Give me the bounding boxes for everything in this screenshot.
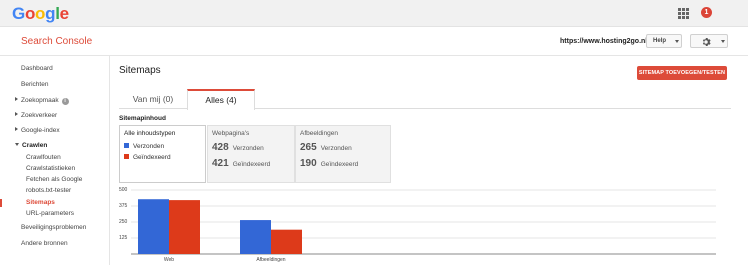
sidebar-item-label: Zoekverkeer <box>21 112 58 119</box>
legend-swatch <box>124 142 129 148</box>
sidebar-item-label: Zoekopmaak <box>21 97 59 104</box>
y-tick-label: 250 <box>119 219 128 225</box>
logo-letter: G <box>12 4 25 23</box>
y-tick-label: 125 <box>119 235 128 241</box>
site-selector[interactable]: https://www.hosting2go.nl/ <box>560 38 649 45</box>
x-tick-label: Web <box>163 257 175 263</box>
stat-indexed: 190 Geïndexeerd <box>300 158 358 169</box>
stat-indexed: 421 Geïndexeerd <box>212 158 270 169</box>
active-indicator <box>0 199 2 207</box>
page-title: Sitemaps <box>119 65 161 76</box>
stat-value: 421 <box>212 158 229 169</box>
notification-badge[interactable]: 1 <box>701 7 712 18</box>
help-label: Help <box>653 38 667 44</box>
logo-letter: o <box>35 4 46 23</box>
sidebar-item-label: Crawlen <box>22 142 48 149</box>
top-bar: Google 1 <box>0 0 748 27</box>
content-type-filter[interactable]: Alle inhoudstypen Verzonden Geïndexeerd <box>119 125 206 183</box>
legend-swatch <box>124 153 129 159</box>
info-icon[interactable]: i <box>61 98 69 105</box>
google-logo[interactable]: Google <box>12 4 69 24</box>
sidebar-item-crawlstatistieken[interactable]: Crawlstatistieken <box>26 165 75 172</box>
tab-van-mij[interactable]: Van mij (0) <box>119 89 187 109</box>
bar-0-0[interactable] <box>138 199 169 254</box>
sidebar-item-andere-bronnen[interactable]: Andere bronnen <box>21 240 68 247</box>
tab-alles[interactable]: Alles (4) <box>187 89 255 110</box>
chevron-down-icon <box>15 142 19 146</box>
add-sitemap-button[interactable]: SITEMAP TOEVOEGEN/TESTEN <box>637 66 727 80</box>
sidebar-item-zoekverkeer[interactable]: Zoekverkeer <box>15 112 57 119</box>
sidebar-item-crawlen[interactable]: Crawlen <box>15 142 47 149</box>
stat-card-webpages[interactable]: Webpagina's 428 Verzonden 421 Geïndexeerd <box>207 125 295 183</box>
stat-label: Geïndexeerd <box>232 161 271 168</box>
sidebar-item-zoekopmaak[interactable]: Zoekopmaak i <box>15 97 69 105</box>
app-header: Search Console https://www.hosting2go.nl… <box>0 27 748 56</box>
stat-value: 190 <box>300 158 317 169</box>
stat-card-images[interactable]: Afbeeldingen 265 Verzonden 190 Geïndexeerd <box>295 125 391 183</box>
bar-1-0[interactable] <box>240 220 271 254</box>
sidebar: Dashboard Berichten Zoekopmaak i Zoekverk… <box>0 56 110 265</box>
legend-label: Verzonden <box>133 143 165 150</box>
product-name[interactable]: Search Console <box>21 36 92 47</box>
chevron-right-icon <box>15 97 18 102</box>
sidebar-item-google-index[interactable]: Google-index <box>15 127 60 134</box>
tab-bar: Van mij (0) Alles (4) <box>119 89 731 110</box>
sidebar-item-sitemaps[interactable]: Sitemaps <box>26 199 55 206</box>
bar-0-1[interactable] <box>169 200 200 254</box>
chevron-right-icon <box>15 112 18 117</box>
stat-label: Geïndexeerd <box>320 161 359 168</box>
bar-1-1[interactable] <box>271 229 302 254</box>
sidebar-item-robots-txt-tester[interactable]: robots.txt-tester <box>26 187 71 194</box>
filter-title: Alle inhoudstypen <box>124 130 176 137</box>
x-tick-label: Afbeeldingen <box>256 257 286 263</box>
stat-value: 428 <box>212 142 229 153</box>
apps-grid-icon[interactable] <box>678 8 689 19</box>
y-tick-label: 375 <box>119 203 128 209</box>
stat-title: Webpagina's <box>212 130 250 137</box>
sidebar-item-crawlfouten[interactable]: Crawlfouten <box>26 154 61 161</box>
settings-button[interactable] <box>690 34 728 48</box>
stat-title: Afbeeldingen <box>300 130 338 137</box>
logo-letter: e <box>59 4 69 23</box>
sidebar-item-fetchen-als-google[interactable]: Fetchen als Google <box>26 176 82 183</box>
stat-label: Verzonden <box>232 145 264 152</box>
logo-letter: o <box>24 4 36 23</box>
stat-label: Verzonden <box>320 145 352 152</box>
logo-letter: g <box>45 4 56 23</box>
chevron-down-icon <box>721 40 725 43</box>
stat-submitted: 428 Verzonden <box>212 142 264 153</box>
sidebar-item-beveiligingsproblemen[interactable]: Beveiligingsproblemen <box>21 224 86 231</box>
help-button[interactable]: Help <box>646 34 682 48</box>
sidebar-item-url-parameters[interactable]: URL-parameters <box>26 210 74 217</box>
legend-label: Geïndexeerd <box>133 154 171 161</box>
stat-value: 265 <box>300 142 317 153</box>
sitemap-bar-chart: 500 375 250 125 Web Afbeeldingen <box>111 183 748 265</box>
section-label: Sitemapinhoud <box>119 115 166 122</box>
legend-item-submitted[interactable]: Verzonden <box>124 142 165 150</box>
chart-canvas <box>131 189 716 255</box>
sidebar-item-dashboard[interactable]: Dashboard <box>21 65 53 72</box>
stat-submitted: 265 Verzonden <box>300 142 352 153</box>
sidebar-item-berichten[interactable]: Berichten <box>21 81 48 88</box>
chevron-down-icon <box>675 40 679 43</box>
y-tick-label: 500 <box>119 187 128 193</box>
gear-icon <box>702 38 711 46</box>
sidebar-item-label: Google-index <box>21 127 60 134</box>
legend-item-indexed[interactable]: Geïndexeerd <box>124 153 171 161</box>
chevron-right-icon <box>15 127 18 132</box>
